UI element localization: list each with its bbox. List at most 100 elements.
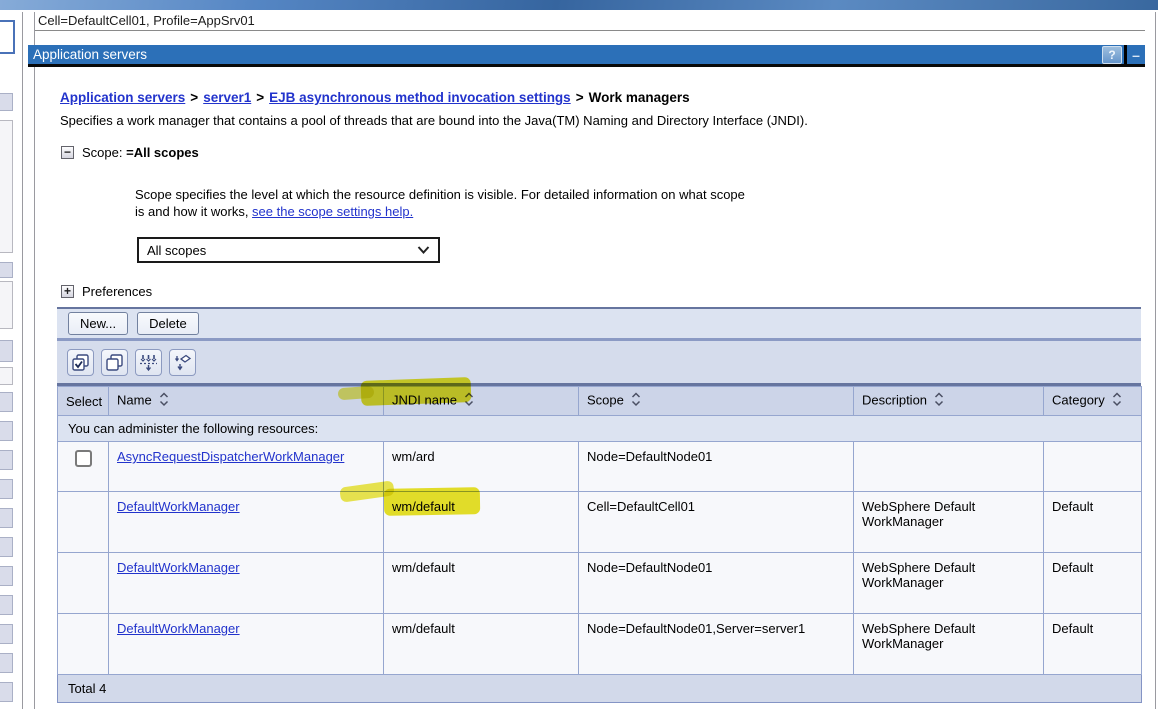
nav-fragment: [0, 595, 13, 615]
admin-note-row: You can administer the following resourc…: [57, 415, 1142, 442]
scope-cell: Node=DefaultNode01: [578, 441, 854, 492]
table-row: AsyncRequestDispatcherWorkManager wm/ard N…: [57, 441, 1142, 492]
nav-splitter-line: [22, 12, 23, 709]
expand-icon[interactable]: +: [61, 285, 74, 298]
nav-fragment: [0, 367, 13, 385]
jndi-cell: wm/default: [383, 491, 579, 553]
scope-select[interactable]: All scopes: [137, 237, 440, 263]
new-button[interactable]: New...: [68, 312, 129, 335]
total-row: Total 4: [57, 674, 1142, 703]
help-button[interactable]: ?: [1102, 46, 1122, 64]
collapse-icon[interactable]: −: [61, 146, 74, 159]
scope-cell: Node=DefaultNode01: [578, 552, 854, 614]
delete-button[interactable]: Delete: [137, 312, 199, 335]
admin-note: You can administer the following resourc…: [57, 415, 1142, 442]
scope-help-text: Scope specifies the level at which the r…: [135, 187, 745, 219]
nav-fragment: [0, 93, 13, 111]
name-cell: DefaultWorkManager: [108, 613, 384, 675]
breadcrumb-separator: >: [190, 90, 199, 105]
column-header-label: Category: [1052, 392, 1105, 408]
category-cell: [1043, 441, 1142, 492]
column-header-label: Name: [117, 392, 152, 408]
category-cell: Default: [1043, 552, 1142, 614]
column-header-label: JNDI name: [392, 392, 458, 408]
work-manager-link[interactable]: DefaultWorkManager: [117, 499, 240, 514]
nav-fragment: [0, 479, 13, 499]
sort-icon[interactable]: [631, 391, 641, 411]
nav-fragment: [0, 566, 13, 586]
sort-icon[interactable]: [934, 391, 944, 411]
jndi-cell: wm/ard: [383, 441, 579, 492]
nav-fragment: [0, 624, 13, 644]
chevron-down-icon: [417, 246, 430, 254]
select-cell: [57, 552, 109, 614]
nav-fragment: [0, 20, 15, 54]
category-cell: Default: [1043, 613, 1142, 675]
nav-fragment: [0, 537, 13, 557]
nav-fragment: [0, 340, 13, 362]
jndi-cell: wm/default: [383, 552, 579, 614]
nav-fragment: [0, 392, 13, 412]
context-divider: [35, 30, 1145, 31]
show-filter-icon[interactable]: [135, 348, 162, 376]
column-header-category: Category: [1043, 386, 1142, 416]
work-manager-link[interactable]: DefaultWorkManager: [117, 560, 240, 575]
content-left-border: [34, 12, 35, 709]
column-header-description: Description: [853, 386, 1044, 416]
description-cell: WebSphere Default WorkManager: [853, 613, 1044, 675]
table-row: DefaultWorkManager wm/default Node=Default…: [57, 613, 1142, 675]
breadcrumb-link[interactable]: Application servers: [60, 90, 185, 105]
nav-fragment: [0, 421, 13, 441]
scope-cell: Node=DefaultNode01,Server=server1: [578, 613, 854, 675]
scope-value: =All scopes: [126, 145, 199, 160]
work-manager-link[interactable]: DefaultWorkManager: [117, 621, 240, 636]
category-cell: Default: [1043, 491, 1142, 553]
page-description: Specifies a work manager that contains a…: [60, 113, 808, 128]
clear-filter-icon[interactable]: [169, 348, 196, 376]
column-header-name: Name: [108, 386, 384, 416]
scope-section: − Scope: =All scopes: [61, 145, 199, 160]
nav-fragment: [0, 653, 13, 673]
description-cell: [853, 441, 1044, 492]
table-header-row: Select Name JNDI name Scope Description Categ…: [57, 386, 1142, 416]
action-toolbar: New... Delete: [57, 307, 1141, 341]
work-managers-table: Select Name JNDI name Scope Description Categ…: [57, 386, 1142, 703]
jndi-cell: wm/default: [383, 613, 579, 675]
minimize-button[interactable]: –: [1124, 45, 1145, 64]
description-cell: WebSphere Default WorkManager: [853, 552, 1044, 614]
breadcrumb-link[interactable]: server1: [203, 90, 251, 105]
sort-icon[interactable]: [1112, 391, 1122, 411]
scope-cell: Cell=DefaultCell01: [578, 491, 854, 553]
name-cell: DefaultWorkManager: [108, 552, 384, 614]
total-label: Total 4: [57, 674, 1142, 703]
table-row: DefaultWorkManager wm/default Node=Default…: [57, 552, 1142, 614]
description-cell: WebSphere Default WorkManager: [853, 491, 1044, 553]
column-header-label: Description: [862, 392, 928, 408]
scope-label: Scope: =All scopes: [82, 145, 199, 160]
table-row: DefaultWorkManager wm/default Cell=Default…: [57, 491, 1142, 553]
select-cell: [57, 441, 109, 492]
nav-fragment: [0, 682, 13, 702]
column-header-label: Scope: [587, 392, 624, 408]
name-cell: AsyncRequestDispatcherWorkManager: [108, 441, 384, 492]
row-checkbox[interactable]: [74, 450, 92, 467]
breadcrumb-current: Work managers: [588, 90, 690, 105]
work-manager-link[interactable]: AsyncRequestDispatcherWorkManager: [117, 449, 344, 464]
sort-icon[interactable]: [159, 391, 169, 411]
preferences-section: + Preferences: [61, 284, 152, 299]
portlet-titlebar: Application servers ? –: [28, 45, 1145, 67]
sort-icon[interactable]: [464, 391, 474, 411]
breadcrumb-separator: >: [256, 90, 265, 105]
breadcrumb-link[interactable]: EJB asynchronous method invocation setti…: [269, 90, 571, 105]
nav-fragment: [0, 450, 13, 470]
breadcrumb: Application servers > server1 > EJB asynchro…: [60, 90, 690, 105]
work-managers-collection: New... Delete Select Name JNDI name Scop…: [57, 307, 1142, 703]
console-banner: [0, 0, 1158, 10]
scope-settings-help-link[interactable]: see the scope settings help.: [252, 204, 413, 219]
nav-fragment: [0, 281, 13, 329]
content-right-border: [1155, 12, 1156, 709]
deselect-all-icon[interactable]: [101, 348, 128, 376]
select-all-icon[interactable]: [67, 348, 94, 376]
column-header-label: Select: [66, 393, 103, 409]
select-cell: [57, 613, 109, 675]
